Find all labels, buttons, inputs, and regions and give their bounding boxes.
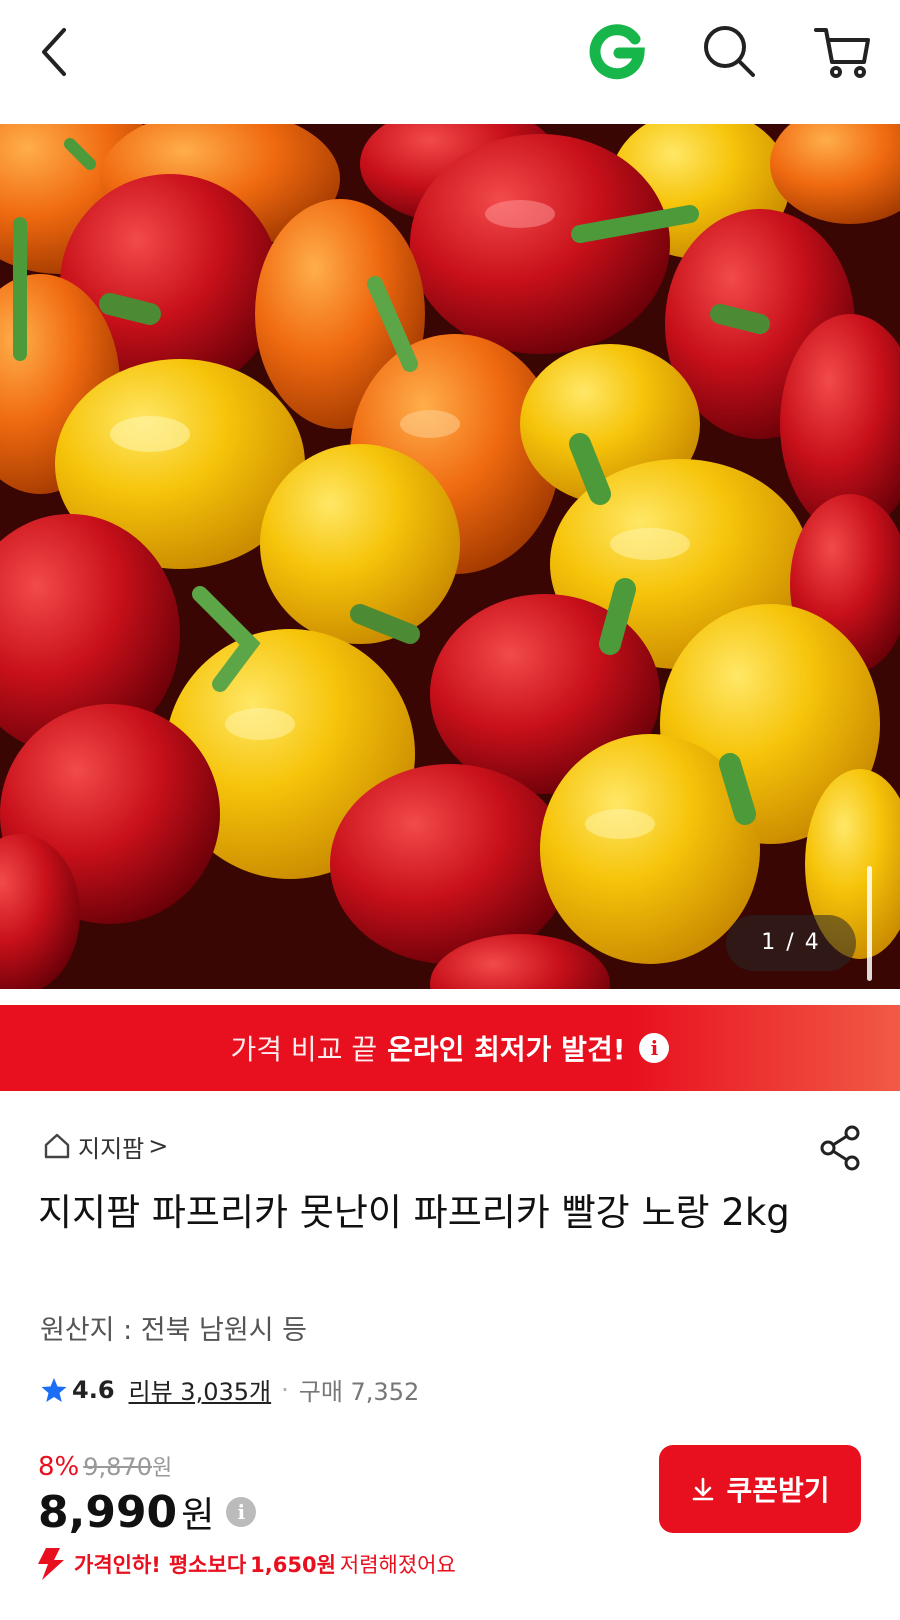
promo-light-text: 가격 비교 끝 <box>230 1033 378 1066</box>
lowest-price-banner[interactable]: 가격 비교 끝 온라인 최저가 발견! i <box>0 1005 900 1091</box>
price-drop-prefix: 가격인하! <box>74 1553 161 1577</box>
discount-row: 8% 9,870 원 <box>38 1450 172 1482</box>
product-origin: 원산지 : 전북 남원시 등 <box>40 1315 307 1346</box>
image-counter: 1 / 4 <box>726 915 856 971</box>
rating-row: 4.6 리뷰 3,035개 · 구매 7,352 <box>40 1372 419 1407</box>
purchase-count: 구매 7,352 <box>298 1378 420 1406</box>
info-icon[interactable]: i <box>639 1033 670 1063</box>
scroll-indicator <box>867 866 872 981</box>
original-price: 9,870 <box>83 1453 152 1481</box>
price-down-arrow-icon <box>38 1548 64 1580</box>
top-app-bar <box>0 0 900 124</box>
price-drop-middle: 평소보다 <box>168 1553 247 1577</box>
price-info-icon[interactable]: i <box>226 1497 257 1527</box>
star-icon <box>41 1377 67 1402</box>
discount-rate: 8% <box>38 1452 80 1482</box>
product-image <box>0 124 900 989</box>
price-drop-notice: 가격인하! 평소보다 1,650원 저렴해졌어요 <box>36 1546 456 1582</box>
review-link[interactable]: 리뷰 3,035개 <box>129 1372 272 1407</box>
home-icon <box>44 1133 70 1159</box>
share-icon[interactable] <box>818 1124 862 1172</box>
cart-icon[interactable] <box>810 20 874 84</box>
download-icon <box>693 1477 714 1501</box>
get-coupon-button[interactable]: 쿠폰받기 <box>659 1445 861 1533</box>
price-drop-suffix: 저렴해졌어요 <box>339 1553 456 1577</box>
price-row: 8,990 원 i <box>38 1486 257 1538</box>
price-unit: 원 <box>181 1495 215 1536</box>
store-name: 지지팜 <box>78 1134 145 1163</box>
product-image-gallery[interactable]: 1 / 4 <box>0 124 900 989</box>
chevron-left-icon[interactable] <box>30 22 80 82</box>
store-link[interactable]: 지지팜 > <box>42 1128 168 1164</box>
search-icon[interactable] <box>700 22 758 80</box>
sale-price: 8,990 <box>38 1486 178 1538</box>
chevron-right-icon: > <box>148 1132 169 1160</box>
price-drop-amount: 1,650원 <box>250 1553 336 1577</box>
promo-bold-text: 온라인 최저가 발견! <box>387 1033 626 1066</box>
original-price-unit: 원 <box>151 1456 173 1481</box>
rating-score: 4.6 <box>72 1375 115 1404</box>
g-logo-icon[interactable] <box>586 20 648 82</box>
coupon-label: 쿠폰받기 <box>726 1475 830 1506</box>
separator-dot: · <box>281 1375 289 1404</box>
product-title: 지지팜 파프리카 못난이 파프리카 빨강 노랑 2kg <box>38 1191 790 1234</box>
